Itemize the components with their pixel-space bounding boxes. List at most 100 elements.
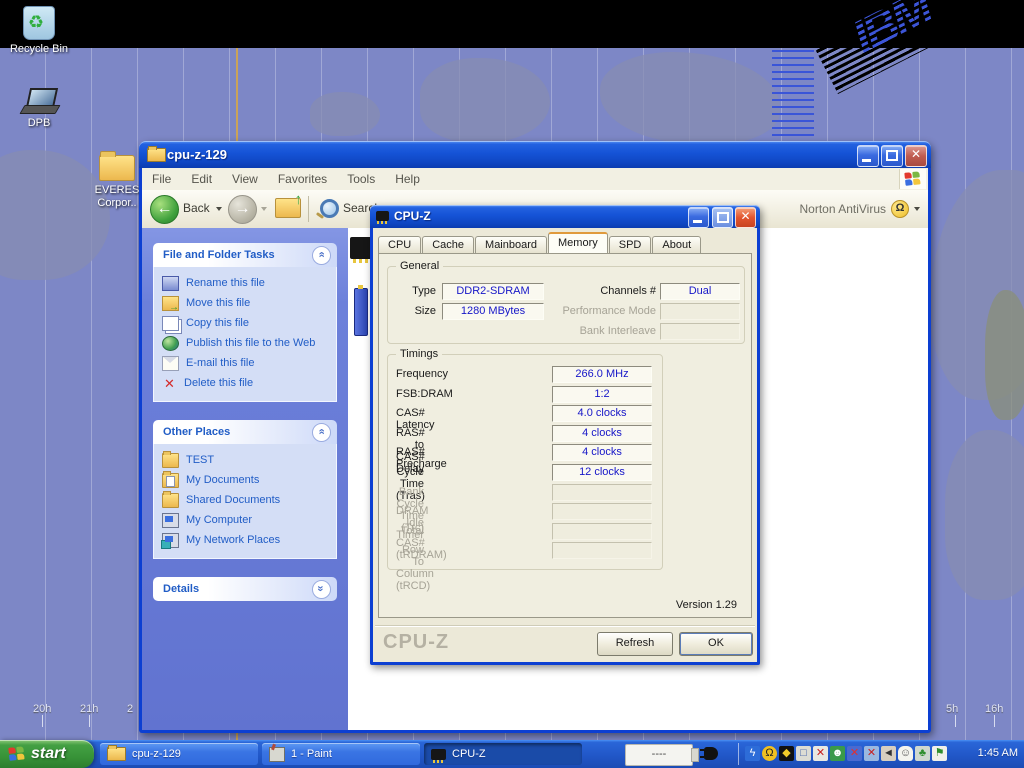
tab-cache[interactable]: Cache bbox=[422, 236, 474, 253]
norton-dropdown-icon bbox=[914, 207, 920, 211]
network-connection-icon[interactable]: □ bbox=[796, 746, 811, 761]
menu-file[interactable]: File bbox=[142, 172, 181, 186]
menu-tools[interactable]: Tools bbox=[337, 172, 385, 186]
tab-cpu[interactable]: CPU bbox=[378, 236, 421, 253]
task-delete[interactable]: ✕Delete this file bbox=[162, 373, 332, 393]
timing-row-ras-precharge: RAS# Precharge4 clocks bbox=[396, 443, 654, 463]
media-blocked-icon[interactable]: ✕ bbox=[813, 746, 828, 761]
forward-button[interactable]: → bbox=[228, 195, 257, 224]
bank-interleave-label: Bank Interleave bbox=[556, 325, 656, 337]
update-sprout-icon[interactable]: ♣ bbox=[915, 746, 930, 761]
tab-memory[interactable]: Memory bbox=[548, 232, 608, 253]
taskbar-task-cpuz[interactable]: CPU-Z bbox=[424, 743, 582, 765]
graphics-lightning-icon[interactable]: ϟ bbox=[745, 746, 760, 761]
explorer-titlebar[interactable]: cpu-z-129 bbox=[139, 141, 931, 168]
up-folder-button[interactable] bbox=[275, 198, 301, 218]
msconfig-flag-icon[interactable]: ⚑ bbox=[932, 746, 947, 761]
memory-tab-pane: General Type DDR2-SDRAM Size 1280 MBytes… bbox=[378, 253, 752, 618]
dimm-file-icon[interactable] bbox=[354, 288, 368, 336]
timezone-label: 20h bbox=[33, 703, 51, 715]
tab-mainboard[interactable]: Mainboard bbox=[475, 236, 547, 253]
bank-interleave-value bbox=[660, 323, 740, 340]
norton-antivirus-icon[interactable]: Ω bbox=[762, 746, 777, 761]
map-shape bbox=[310, 92, 380, 136]
place-my-network[interactable]: My Network Places bbox=[162, 530, 332, 550]
details-header[interactable]: Details « bbox=[153, 577, 337, 601]
frequency-value: 266.0 MHz bbox=[552, 366, 652, 383]
back-label[interactable]: Back bbox=[183, 201, 210, 215]
desktop-icon-dpb[interactable]: DPB bbox=[2, 88, 76, 130]
windows-flag-icon bbox=[8, 746, 25, 762]
start-button[interactable]: start bbox=[0, 740, 94, 768]
back-dropdown-icon[interactable] bbox=[216, 207, 222, 211]
timezone-tick bbox=[42, 715, 43, 727]
network-disabled-icon[interactable]: ✕ bbox=[864, 746, 879, 761]
email-icon bbox=[162, 356, 179, 371]
taskbar-task-explorer[interactable]: cpu-z-129 bbox=[100, 743, 258, 765]
goback-diamond-icon[interactable]: ◆ bbox=[779, 746, 794, 761]
taskbar-deskband[interactable]: ---- bbox=[625, 744, 693, 766]
chevron-down-icon[interactable]: « bbox=[312, 580, 331, 599]
task-publish[interactable]: Publish this file to the Web bbox=[162, 333, 332, 353]
forward-dropdown-icon[interactable] bbox=[261, 207, 267, 211]
other-places-header[interactable]: Other Places « bbox=[153, 420, 337, 444]
norton-antivirus-button[interactable]: Norton AntiVirus Ω bbox=[800, 200, 921, 218]
volume-icon[interactable]: ◄ bbox=[881, 746, 896, 761]
user-status-icon[interactable]: ☻ bbox=[830, 746, 845, 761]
place-test[interactable]: TEST bbox=[162, 450, 332, 470]
place-my-computer[interactable]: My Computer bbox=[162, 510, 332, 530]
task-move[interactable]: Move this file bbox=[162, 293, 332, 313]
timing-row-total-cas: Total CAS# (tRDRAM) bbox=[396, 522, 654, 542]
cpuz-titlebar[interactable]: CPU-Z bbox=[370, 205, 760, 228]
menu-edit[interactable]: Edit bbox=[181, 172, 222, 186]
tab-spd[interactable]: SPD bbox=[609, 236, 652, 253]
bank-cycle-time-value bbox=[552, 484, 652, 501]
maximize-button[interactable] bbox=[712, 207, 733, 228]
back-button[interactable]: ← bbox=[150, 195, 179, 224]
place-shared-documents[interactable]: Shared Documents bbox=[162, 490, 332, 510]
menu-help[interactable]: Help bbox=[385, 172, 430, 186]
close-button[interactable] bbox=[735, 207, 756, 228]
refresh-button[interactable]: Refresh bbox=[597, 632, 673, 656]
task-email[interactable]: E-mail this file bbox=[162, 353, 332, 373]
channels-value: Dual bbox=[660, 283, 740, 300]
deskband-grip[interactable] bbox=[691, 748, 699, 762]
close-button[interactable] bbox=[905, 145, 927, 167]
other-places-panel: Other Places « TEST My Documents Shared … bbox=[153, 420, 337, 559]
taskbar-task-paint[interactable]: 1 - Paint bbox=[262, 743, 420, 765]
chevron-up-icon[interactable]: « bbox=[312, 423, 331, 442]
menu-view[interactable]: View bbox=[222, 172, 268, 186]
minimize-button[interactable] bbox=[688, 207, 709, 228]
tray-separator bbox=[738, 743, 739, 765]
display-disabled-icon[interactable]: ✕ bbox=[847, 746, 862, 761]
menu-favorites[interactable]: Favorites bbox=[268, 172, 337, 186]
file-tasks-header[interactable]: File and Folder Tasks « bbox=[153, 243, 337, 267]
type-value: DDR2-SDRAM bbox=[442, 283, 544, 300]
place-my-documents[interactable]: My Documents bbox=[162, 470, 332, 490]
desktop-icon-recycle-bin[interactable]: ♻ Recycle Bin bbox=[2, 6, 76, 56]
search-icon[interactable] bbox=[320, 199, 339, 218]
task-copy[interactable]: Copy this file bbox=[162, 313, 332, 333]
ghost-icon[interactable]: ☺ bbox=[898, 746, 913, 761]
performance-mode-value bbox=[660, 303, 740, 320]
details-panel: Details « bbox=[153, 577, 337, 601]
plug-icon[interactable] bbox=[704, 747, 718, 760]
rename-icon bbox=[162, 276, 179, 291]
minimize-button[interactable] bbox=[857, 145, 879, 167]
map-shape bbox=[945, 430, 1024, 600]
maximize-button[interactable] bbox=[881, 145, 903, 167]
task-rename[interactable]: Rename this file bbox=[162, 273, 332, 293]
tab-about[interactable]: About bbox=[652, 236, 701, 253]
windows-logo-icon bbox=[899, 169, 926, 189]
timing-row-cycle-time: Cycle Time (Tras)12 clocks bbox=[396, 463, 654, 483]
ok-button[interactable]: OK bbox=[679, 632, 753, 656]
ras-precharge-value: 4 clocks bbox=[552, 444, 652, 461]
explorer-task-pane: File and Folder Tasks « Rename this file… bbox=[142, 228, 348, 730]
toolbar-separator bbox=[308, 196, 309, 222]
cpuz-app-icon bbox=[376, 211, 389, 221]
laptop-icon bbox=[22, 88, 56, 114]
move-icon bbox=[162, 296, 179, 311]
timezone-label: 16h bbox=[985, 703, 1003, 715]
chevron-up-icon[interactable]: « bbox=[312, 246, 331, 265]
explorer-title: cpu-z-129 bbox=[167, 147, 227, 162]
